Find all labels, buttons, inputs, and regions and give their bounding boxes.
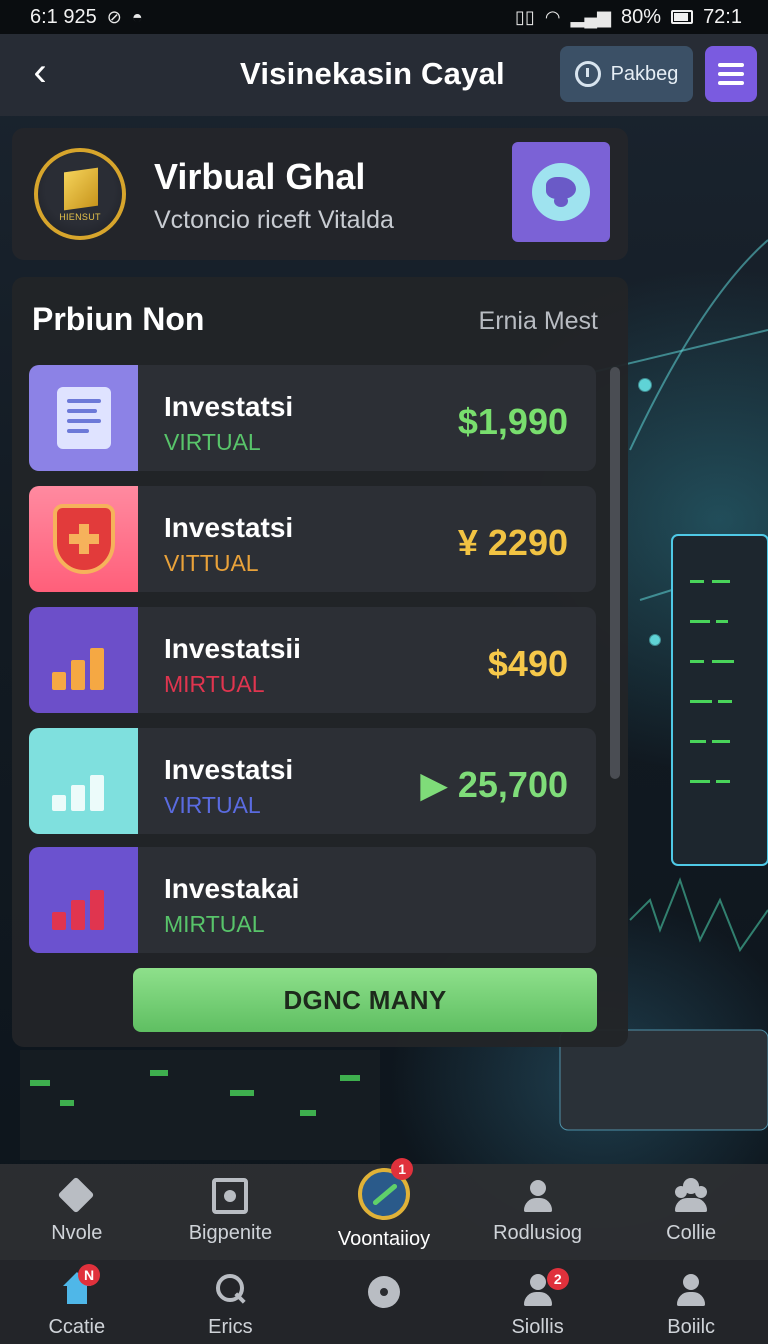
- panel-more-link[interactable]: Ernia Mest: [479, 307, 598, 336]
- menu-button[interactable]: [705, 46, 757, 102]
- wifi-icon: ◠: [544, 6, 561, 27]
- nav-label: Ccatie: [48, 1316, 106, 1338]
- investments-panel: Prbiun Non Ernia Mest Investatsi VIRTUAL…: [12, 277, 628, 1047]
- row-amount: ▶ 25,700: [420, 764, 568, 805]
- nav-item-ccatie[interactable]: N Ccatie: [0, 1260, 154, 1344]
- row-tag: VITTUAL: [164, 550, 259, 576]
- row-amount: ¥ 2290: [457, 522, 568, 563]
- battery-percent: 80%: [621, 5, 662, 28]
- row-title: Investatsi: [164, 512, 294, 543]
- row-icon-tile: [29, 486, 138, 592]
- cat-icon: ◓: [131, 6, 143, 27]
- growth-chart-icon: [51, 630, 116, 690]
- nav-item-nvole[interactable]: Nvole: [0, 1164, 154, 1260]
- nav-item-erics[interactable]: Erics: [154, 1260, 308, 1344]
- signal-icon: ▂▄▆: [570, 6, 612, 27]
- status-clock: 72:1: [703, 5, 742, 28]
- row-icon-tile: [29, 365, 138, 471]
- tag-icon: [59, 1178, 95, 1214]
- nav-label: Boiilc: [667, 1316, 716, 1338]
- row-amount: $1,990: [457, 401, 568, 442]
- notification-badge: 2: [546, 1268, 569, 1290]
- primary-action-button[interactable]: DGNC MANY: [133, 968, 597, 1032]
- nav-item-boiilc[interactable]: Boiilc: [614, 1260, 768, 1344]
- badge-text: HIENSUT: [59, 212, 101, 222]
- location-chip-label: Pakbeg: [610, 62, 679, 85]
- person-icon: [673, 1272, 709, 1308]
- investment-row[interactable]: Investatsi VITTUAL ¥ 2290: [29, 486, 596, 592]
- cube-icon: [64, 167, 98, 211]
- game-badge-logo: HIENSUT: [34, 148, 126, 240]
- search-icon: [212, 1272, 248, 1308]
- notification-icon: ⊘: [106, 6, 122, 27]
- status-bar: 6:1 925 ⊘ ◓ ▯▯ ◠ ▂▄▆ 80% 72:1: [0, 0, 768, 34]
- nav-item-voontaiioy[interactable]: 1 Voontaiioy: [307, 1158, 461, 1260]
- row-title: Investakai: [164, 873, 300, 904]
- nav-item-bigpenite[interactable]: Bigpenite: [154, 1164, 308, 1260]
- nav-label: Rodlusiog: [493, 1222, 583, 1244]
- group-icon: [673, 1178, 709, 1214]
- row-title: Investatsii: [164, 633, 301, 664]
- sim-icon: ▯▯: [515, 6, 535, 27]
- status-right: ▯▯ ◠ ▂▄▆ 80% 72:1: [515, 6, 742, 29]
- nav-item-rodlusiog[interactable]: Rodlusiog: [461, 1164, 615, 1260]
- nav-label: Collie: [666, 1222, 717, 1244]
- globe-icon: [532, 163, 590, 221]
- location-chip-button[interactable]: Pakbeg: [560, 46, 693, 102]
- row-icon-tile: [29, 728, 138, 834]
- bar-chart-icon: [51, 870, 116, 930]
- row-tag: MIRTUAL: [164, 911, 265, 937]
- row-title: Investatsi: [164, 754, 294, 785]
- scrollbar[interactable]: [610, 367, 620, 779]
- nav-label: Voontaiioy: [337, 1228, 431, 1250]
- status-time: 6:1 925: [30, 5, 97, 28]
- person-icon: [520, 1178, 556, 1214]
- camera-icon: [212, 1178, 249, 1214]
- row-tag: VIRTUAL: [164, 792, 261, 818]
- nav-label: Bigpenite: [188, 1222, 273, 1244]
- page-title: Visinekasin Cayal: [240, 56, 505, 91]
- hamburger-icon: [718, 63, 744, 67]
- shield-icon: [52, 504, 115, 574]
- secondary-nav-bar: Nvole Bigpenite 1 Voontaiioy Rodlusiog C…: [0, 1158, 768, 1260]
- row-tag: VIRTUAL: [164, 429, 261, 455]
- profile-subtitle: Vctoncio riceft Vitalda: [154, 206, 394, 234]
- nav-label: Nvole: [51, 1222, 103, 1244]
- profile-card[interactable]: HIENSUT Virbual Ghal Vctoncio riceft Vit…: [12, 128, 628, 260]
- panel-title: Prbiun Non: [32, 301, 205, 337]
- chevron-left-icon: ‹: [33, 50, 47, 94]
- notification-badge: 1: [391, 1158, 414, 1180]
- row-icon-tile: [29, 607, 138, 713]
- nav-item-collie[interactable]: Collie: [614, 1164, 768, 1260]
- investment-row[interactable]: Investakai MIRTUAL: [29, 847, 596, 953]
- row-tag: MIRTUAL: [164, 671, 265, 697]
- circle-icon: [366, 1272, 402, 1308]
- row-title: Investatsi: [164, 391, 294, 422]
- row-icon-tile: [29, 847, 138, 953]
- status-left: 6:1 925 ⊘ ◓: [30, 6, 143, 29]
- notification-badge: N: [78, 1264, 100, 1286]
- globe-button[interactable]: [512, 142, 610, 242]
- investment-row[interactable]: Investatsi VIRTUAL ▶ 25,700: [29, 728, 596, 834]
- nav-item-center[interactable]: [307, 1260, 461, 1344]
- nav-item-siollis[interactable]: 2 Siollis: [461, 1260, 615, 1344]
- document-icon: [56, 387, 111, 449]
- investment-row[interactable]: Investatsii MIRTUAL $490: [29, 607, 596, 713]
- battery-icon: [671, 10, 694, 24]
- app-header: ‹ Visinekasin Cayal Pakbeg: [0, 34, 768, 116]
- bottom-nav-bar: N Ccatie Erics 2 Siollis Boiilc: [0, 1260, 768, 1344]
- nav-label: Erics: [208, 1316, 253, 1338]
- location-pin-icon: [574, 61, 601, 87]
- investment-row[interactable]: Investatsi VIRTUAL $1,990: [29, 365, 596, 471]
- row-amount: $490: [487, 643, 568, 684]
- nav-label: Siollis: [511, 1316, 564, 1338]
- back-button[interactable]: ‹: [20, 52, 60, 96]
- profile-name: Virbual Ghal: [154, 156, 366, 197]
- trend-chart-icon: [51, 751, 116, 811]
